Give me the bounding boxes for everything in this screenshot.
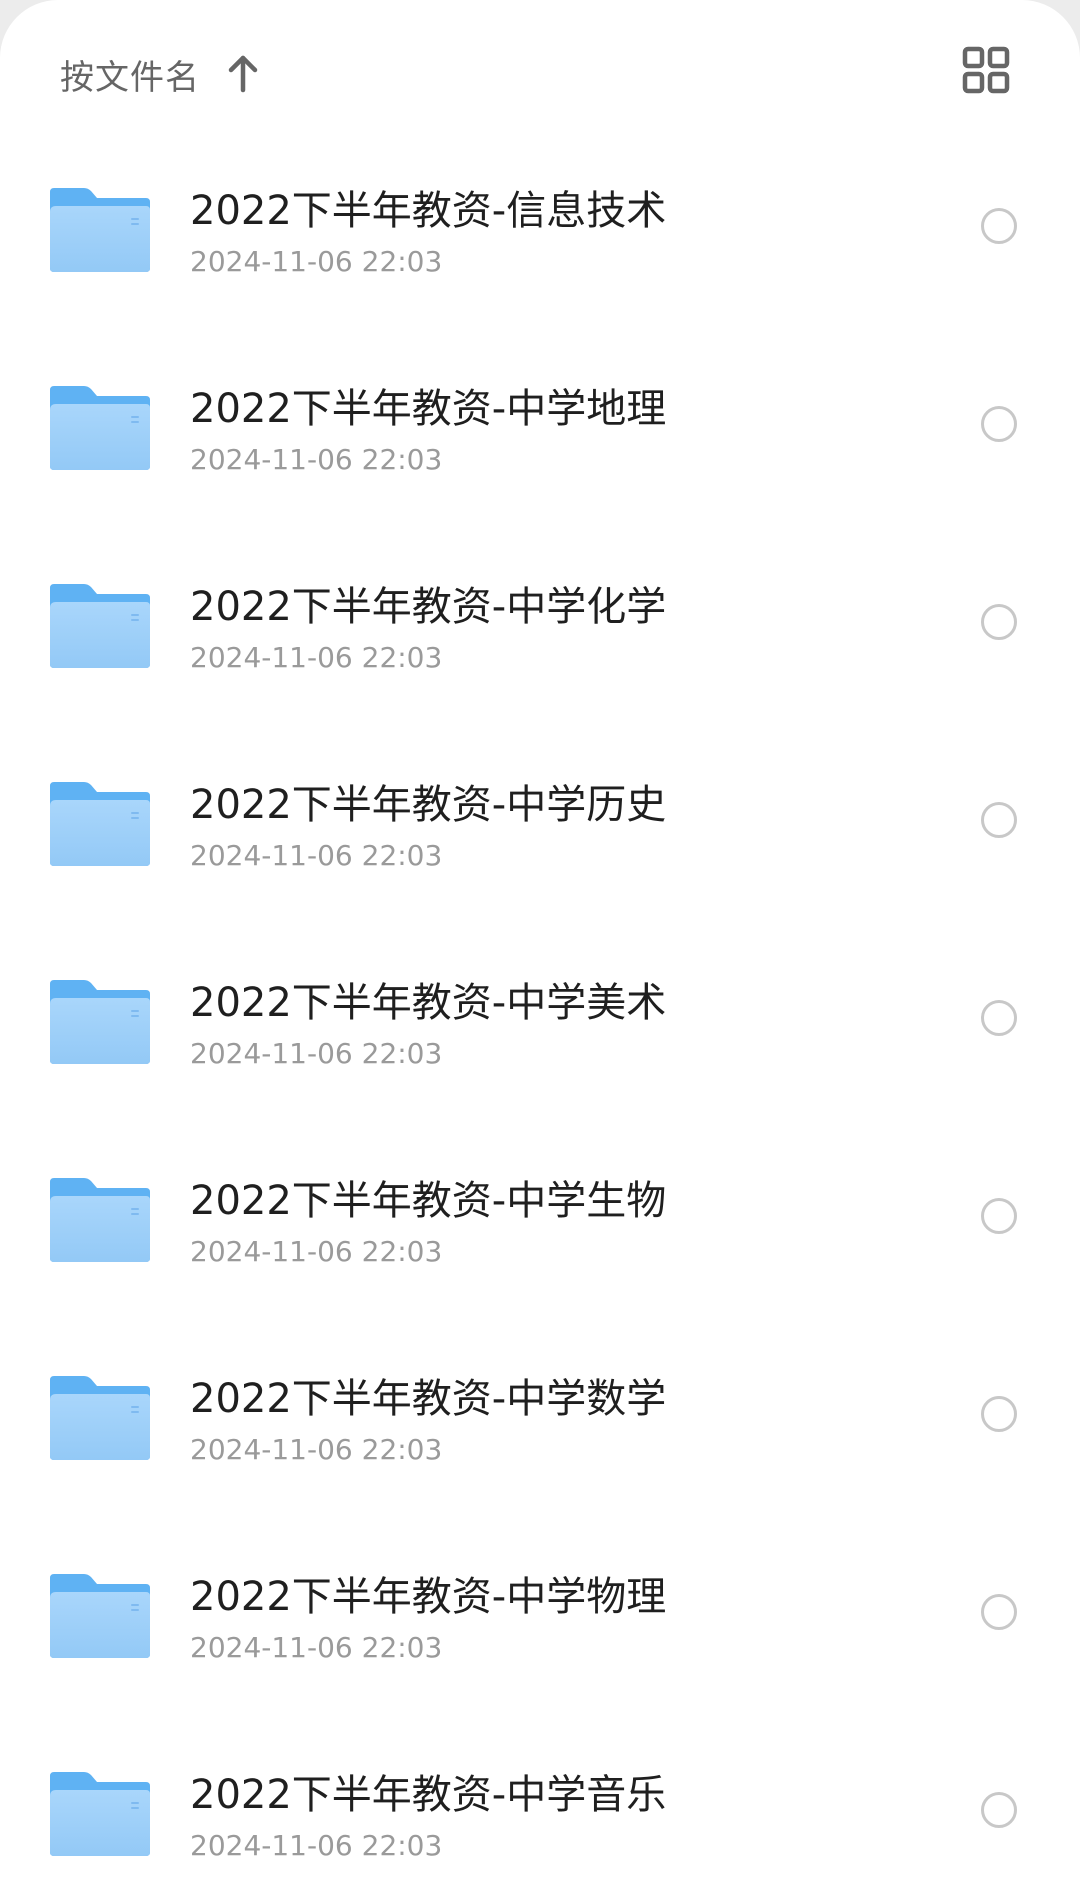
folder-icon <box>48 184 152 274</box>
file-browser-sheet: 按文件名 2022下半年教资-信息技术 2024-11-06 22:03 202… <box>0 0 1080 1880</box>
file-name: 2022下半年教资-中学地理 <box>190 386 667 432</box>
file-row[interactable]: 2022下半年教资-中学数学 2024-11-06 22:03 <box>0 1334 1080 1532</box>
grid-view-toggle-button[interactable] <box>962 46 1010 94</box>
sort-label: 按文件名 <box>60 57 200 98</box>
sort-toolbar: 按文件名 <box>0 0 1080 146</box>
folder-icon <box>48 1372 152 1462</box>
file-date: 2024-11-06 22:03 <box>190 839 443 872</box>
file-row[interactable]: 2022下半年教资-中学化学 2024-11-06 22:03 <box>0 542 1080 740</box>
file-row[interactable]: 2022下半年教资-中学历史 2024-11-06 22:03 <box>0 740 1080 938</box>
file-name: 2022下半年教资-信息技术 <box>190 188 667 234</box>
folder-icon <box>48 778 152 868</box>
folder-icon <box>48 1174 152 1264</box>
file-list: 2022下半年教资-信息技术 2024-11-06 22:03 2022下半年教… <box>0 146 1080 1880</box>
select-radio[interactable] <box>981 1000 1017 1036</box>
folder-icon <box>48 382 152 472</box>
select-radio[interactable] <box>981 1198 1017 1234</box>
select-radio[interactable] <box>981 802 1017 838</box>
file-name: 2022下半年教资-中学化学 <box>190 584 667 630</box>
file-name: 2022下半年教资-中学数学 <box>190 1376 667 1422</box>
file-name: 2022下半年教资-中学美术 <box>190 980 667 1026</box>
select-radio[interactable] <box>981 1396 1017 1432</box>
sort-by-name-button[interactable]: 按文件名 <box>60 46 260 102</box>
file-date: 2024-11-06 22:03 <box>190 443 443 476</box>
file-date: 2024-11-06 22:03 <box>190 641 443 674</box>
folder-icon <box>48 976 152 1066</box>
folder-icon <box>48 1768 152 1858</box>
file-row[interactable]: 2022下半年教资-中学生物 2024-11-06 22:03 <box>0 1136 1080 1334</box>
file-row[interactable]: 2022下半年教资-中学地理 2024-11-06 22:03 <box>0 344 1080 542</box>
folder-icon <box>48 1570 152 1660</box>
select-radio[interactable] <box>981 604 1017 640</box>
select-radio[interactable] <box>981 208 1017 244</box>
file-name: 2022下半年教资-中学音乐 <box>190 1772 667 1818</box>
file-name: 2022下半年教资-中学历史 <box>190 782 667 828</box>
file-date: 2024-11-06 22:03 <box>190 245 443 278</box>
file-row[interactable]: 2022下半年教资-中学物理 2024-11-06 22:03 <box>0 1532 1080 1730</box>
file-row[interactable]: 2022下半年教资-中学音乐 2024-11-06 22:03 <box>0 1730 1080 1880</box>
file-row[interactable]: 2022下半年教资-中学美术 2024-11-06 22:03 <box>0 938 1080 1136</box>
select-radio[interactable] <box>981 1594 1017 1630</box>
select-radio[interactable] <box>981 1792 1017 1828</box>
file-date: 2024-11-06 22:03 <box>190 1037 443 1070</box>
file-date: 2024-11-06 22:03 <box>190 1235 443 1268</box>
file-name: 2022下半年教资-中学物理 <box>190 1574 667 1620</box>
folder-icon <box>48 580 152 670</box>
file-date: 2024-11-06 22:03 <box>190 1631 443 1664</box>
grid-view-icon <box>962 46 1010 94</box>
file-row[interactable]: 2022下半年教资-信息技术 2024-11-06 22:03 <box>0 146 1080 344</box>
select-radio[interactable] <box>981 406 1017 442</box>
file-date: 2024-11-06 22:03 <box>190 1433 443 1466</box>
file-name: 2022下半年教资-中学生物 <box>190 1178 667 1224</box>
file-date: 2024-11-06 22:03 <box>190 1829 443 1862</box>
arrow-up-icon <box>228 55 258 93</box>
